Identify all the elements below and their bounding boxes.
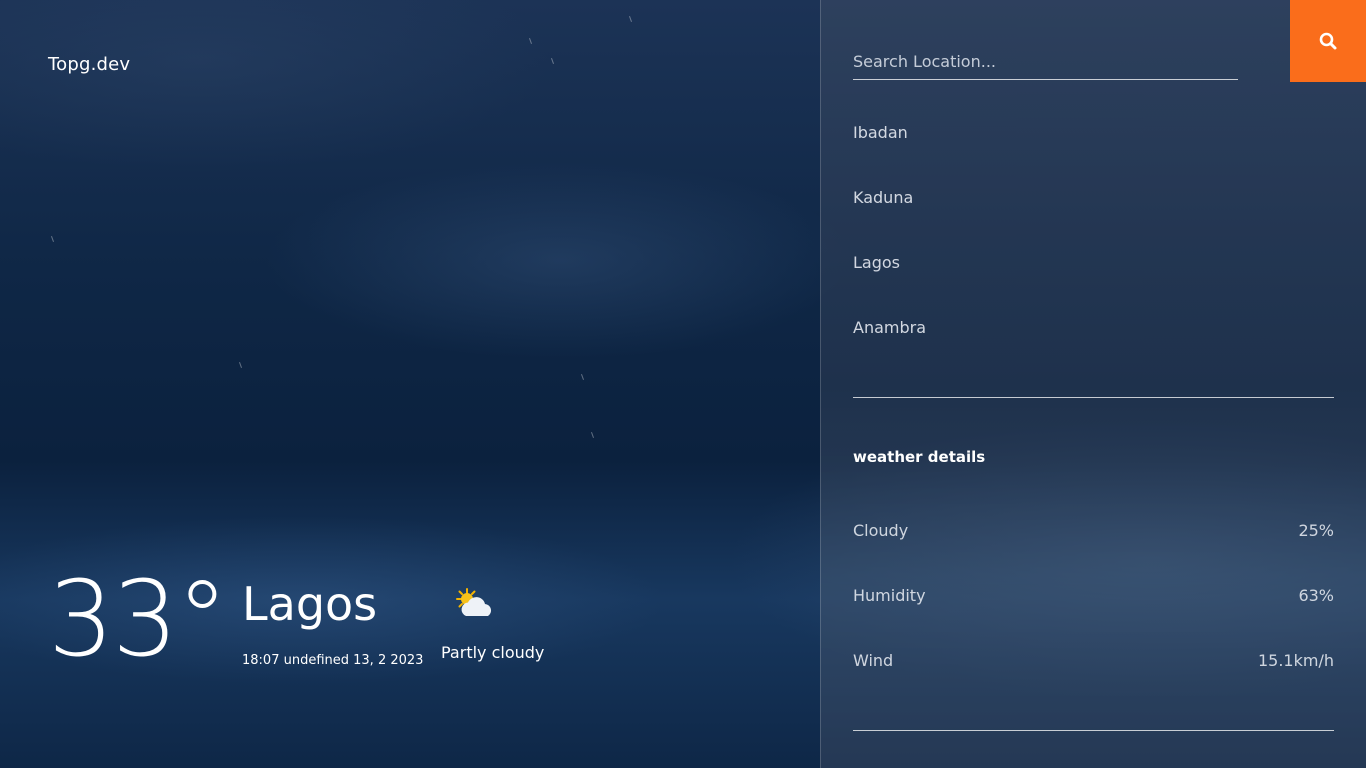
rain-streak	[581, 374, 584, 380]
date-time: 18:07 undefined 13, 2 2023	[242, 653, 424, 668]
detail-label: Cloudy	[853, 521, 909, 540]
condition-text: Partly cloudy	[441, 643, 545, 662]
search-input[interactable]	[853, 44, 1238, 80]
divider	[853, 397, 1334, 398]
detail-label: Wind	[853, 651, 894, 670]
city-item-kaduna[interactable]: Kaduna	[853, 176, 1334, 241]
detail-label: Humidity	[853, 586, 926, 605]
detail-value: 63%	[1298, 586, 1334, 605]
rain-streak	[529, 38, 532, 44]
detail-row-humidity: Humidity 63%	[853, 586, 1334, 605]
detail-value: 15.1km/h	[1257, 651, 1334, 670]
partly-cloudy-icon	[456, 588, 492, 616]
detail-row-cloudy: Cloudy 25%	[853, 521, 1334, 540]
city-item-anambra[interactable]: Anambra	[853, 306, 1334, 371]
city-name: Lagos	[242, 577, 378, 631]
side-panel: Ibadan Kaduna Lagos Anambra weather deta…	[820, 0, 1366, 768]
search-button[interactable]	[1290, 0, 1366, 82]
brand-logo: Topg.dev	[48, 54, 131, 75]
rain-streak	[239, 362, 242, 368]
divider	[853, 730, 1334, 731]
city-list: Ibadan Kaduna Lagos Anambra	[853, 111, 1334, 371]
temperature: 33°	[48, 558, 228, 680]
details-title: weather details	[853, 448, 986, 466]
search-icon	[1319, 32, 1337, 50]
weather-app: Topg.dev 33° Lagos 18:07 undefined 13, 2…	[0, 0, 1366, 768]
detail-row-wind: Wind 15.1km/h	[853, 651, 1334, 670]
rain-streak	[629, 16, 632, 22]
rain-streak	[551, 58, 554, 64]
detail-value: 25%	[1298, 521, 1334, 540]
city-item-ibadan[interactable]: Ibadan	[853, 111, 1334, 176]
city-item-lagos[interactable]: Lagos	[853, 241, 1334, 306]
rain-streak	[591, 432, 594, 438]
rain-streak	[51, 236, 54, 242]
